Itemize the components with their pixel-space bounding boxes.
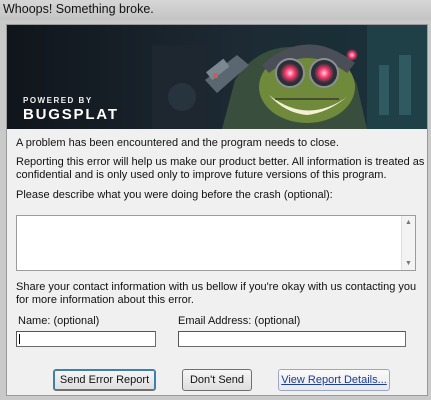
description-label: Please describe what you were doing befo…	[16, 189, 333, 201]
brand-logo: BUGSPLAT	[23, 106, 119, 123]
window-title: Whoops! Something broke.	[3, 2, 154, 16]
email-label: Email Address: (optional)	[178, 315, 301, 327]
contact-message-line1: Share your contact information with us b…	[16, 281, 417, 293]
scroll-up-arrow-icon[interactable]: ▲	[402, 216, 415, 229]
reporting-message-line2: confidential and is only used only to im…	[16, 169, 387, 181]
description-textarea[interactable]: ▲ ▼	[16, 215, 416, 271]
reporting-message-line1: Reporting this error will help us make o…	[16, 156, 425, 168]
title-bar[interactable]: Whoops! Something broke.	[0, 0, 431, 20]
send-error-report-button[interactable]: Send Error Report	[53, 369, 156, 391]
description-scrollbar[interactable]: ▲ ▼	[401, 216, 415, 270]
view-report-details-button[interactable]: View Report Details...	[278, 369, 390, 391]
crash-dialog: POWERED BY BUGSPLAT A problem has been e…	[6, 24, 428, 396]
powered-by-label: POWERED BY	[23, 96, 93, 105]
problem-message: A problem has been encountered and the p…	[16, 137, 339, 149]
scroll-down-arrow-icon[interactable]: ▼	[402, 257, 415, 270]
dialog-content: A problem has been encountered and the p…	[7, 129, 427, 395]
name-label: Name: (optional)	[18, 315, 100, 327]
name-field[interactable]	[16, 331, 156, 347]
email-field[interactable]	[178, 331, 406, 347]
contact-message-line2: for more information about this error.	[16, 294, 194, 306]
dont-send-button[interactable]: Don't Send	[182, 369, 252, 391]
text-caret	[19, 334, 20, 344]
banner: POWERED BY BUGSPLAT	[7, 25, 427, 129]
